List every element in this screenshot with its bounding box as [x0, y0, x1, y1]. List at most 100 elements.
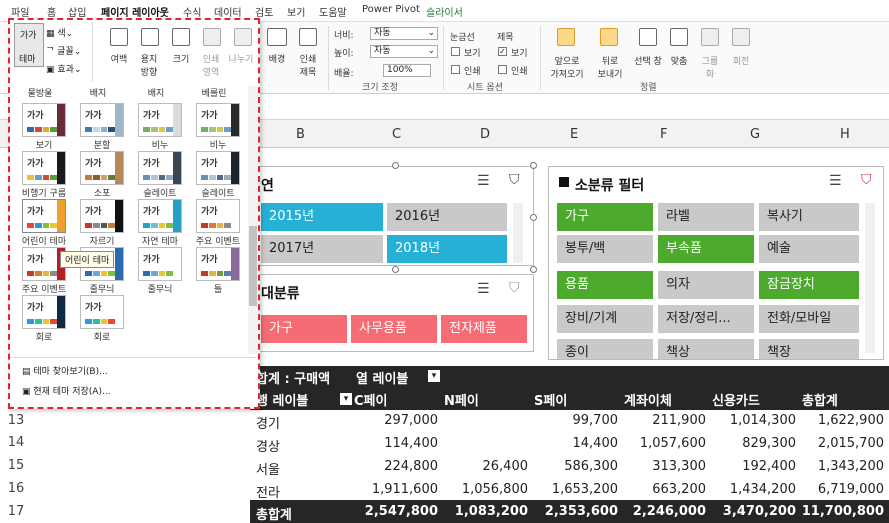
slicer-item[interactable]: 사무용품	[351, 315, 437, 343]
clear-filter-icon[interactable]: ⛉	[861, 172, 872, 188]
align-label[interactable]: 맞춤	[664, 54, 694, 67]
theme-thumbnail[interactable]: 가가	[80, 151, 124, 185]
slicer-item[interactable]: 라벨	[658, 203, 754, 231]
scale-input[interactable]: 100%	[383, 64, 431, 77]
column-header[interactable]: G	[750, 127, 760, 142]
margins-label[interactable]: 여백	[104, 52, 134, 65]
theme-thumbnail[interactable]: 가가	[80, 103, 124, 137]
resize-handle[interactable]	[530, 162, 537, 169]
save-theme-item[interactable]: ▣ 현재 테마 저장(A)...	[22, 384, 111, 397]
pivot-cell[interactable]: 586,300	[530, 459, 618, 474]
column-header[interactable]: C	[392, 127, 401, 142]
margins-icon[interactable]	[110, 28, 128, 46]
background-icon[interactable]	[267, 28, 287, 46]
menu-formulas[interactable]: 수식	[183, 4, 201, 19]
menu-help[interactable]: 도움말	[319, 4, 347, 19]
theme-thumbnail[interactable]: 가가	[22, 295, 66, 329]
theme-thumbnail[interactable]: 가가	[22, 103, 66, 137]
row-header[interactable]: 16	[0, 481, 32, 496]
slicer-item[interactable]: 봉투/백	[557, 235, 653, 263]
pivot-total-cell[interactable]: 2,547,800	[350, 504, 438, 519]
pivot-cell[interactable]: 26,400	[440, 459, 529, 474]
orientation-icon[interactable]	[141, 28, 159, 46]
slicer-item[interactable]: 책상	[658, 339, 754, 359]
gallery-scrollbar[interactable]	[248, 86, 258, 354]
pivot-cell[interactable]: 1,911,600	[350, 482, 438, 497]
theme-button[interactable]: 가가 테마	[14, 23, 44, 67]
pivot-cell[interactable]: 192,400	[708, 459, 796, 474]
clear-filter-icon[interactable]: ⛉	[509, 172, 520, 188]
pivot-cell[interactable]: 1,434,200	[708, 482, 796, 497]
print-titles-icon[interactable]	[299, 28, 317, 46]
pivot-row-label[interactable]: 경상	[256, 436, 280, 455]
pivot-cell[interactable]: 224,800	[350, 459, 438, 474]
filter-dropdown-icon[interactable]: ▾	[428, 370, 440, 382]
selection-pane-icon[interactable]	[639, 28, 657, 46]
pivot-cell[interactable]: 1,057,600	[618, 436, 706, 451]
column-header[interactable]: D	[480, 127, 490, 142]
row-header[interactable]: 14	[0, 435, 32, 450]
theme-thumbnail[interactable]: 가가	[22, 199, 66, 233]
headings-print-checkbox[interactable]	[498, 65, 507, 74]
multi-select-icon[interactable]: ☰	[477, 173, 490, 189]
pivot-cell[interactable]: 114,400	[350, 436, 438, 451]
sub-category-slicer[interactable]: 소분류 필터 ☰ ⛉ 가구 라벨 복사기 봉투/백 부속품 예술 용품 의자 잠…	[548, 166, 884, 360]
menu-power-pivot[interactable]: Power Pivot	[362, 4, 420, 15]
slicer-item[interactable]: 복사기	[759, 203, 859, 231]
slicer-item[interactable]: 가구	[557, 203, 653, 231]
multi-select-icon[interactable]: ☰	[829, 173, 842, 189]
menu-review[interactable]: 검토	[255, 4, 273, 19]
row-header[interactable]: 13	[0, 413, 32, 428]
colors-button[interactable]: ▦ 색⌄	[46, 26, 73, 39]
align-icon[interactable]	[670, 28, 688, 46]
selection-pane-label[interactable]: 선택 창	[630, 54, 666, 67]
browse-themes-item[interactable]: ▤ 테마 찾아보기(B)...	[22, 364, 108, 377]
slicer-item[interactable]: 2016년	[387, 203, 507, 231]
scroll-thumb[interactable]	[249, 226, 257, 306]
pivot-cell[interactable]: 829,300	[708, 436, 796, 451]
pivot-row-label[interactable]: 전라	[256, 482, 280, 501]
menu-data[interactable]: 데이터	[214, 4, 242, 19]
menu-home[interactable]: 홈	[47, 4, 56, 19]
pivot-total-cell[interactable]: 1,083,200	[440, 504, 528, 519]
pivot-cell[interactable]: 1,056,800	[440, 482, 528, 497]
theme-thumbnail[interactable]: 가가	[196, 103, 240, 137]
row-header[interactable]: 15	[0, 458, 32, 473]
slicer-scrollbar[interactable]	[865, 203, 875, 353]
headings-view-checkbox[interactable]: ✓	[498, 47, 507, 56]
pivot-cell[interactable]: 663,200	[618, 482, 706, 497]
column-header[interactable]: H	[840, 127, 850, 142]
pivot-row-label[interactable]: 서울	[256, 459, 280, 478]
menu-file[interactable]: 파일	[11, 4, 29, 19]
pivot-cell[interactable]: 1,343,200	[796, 459, 884, 474]
slicer-item[interactable]: 책장	[759, 339, 859, 359]
pivot-cell[interactable]: 297,000	[350, 413, 438, 428]
slicer-item[interactable]: 전화/모바일	[759, 305, 859, 333]
theme-thumbnail[interactable]: 가가	[196, 151, 240, 185]
size-label[interactable]: 크기	[166, 52, 196, 65]
slicer-scrollbar[interactable]	[513, 203, 523, 263]
slicer-item[interactable]: 가구	[261, 315, 347, 343]
multi-select-icon[interactable]: ☰	[477, 281, 490, 297]
slicer-item[interactable]: 부속품	[658, 235, 754, 263]
pivot-total-cell[interactable]: 3,470,200	[708, 504, 796, 519]
filter-dropdown-icon[interactable]: ▾	[340, 393, 352, 405]
menu-page-layout[interactable]: 페이지 레이아웃	[101, 4, 169, 19]
pivot-cell[interactable]: 211,900	[618, 413, 706, 428]
slicer-item[interactable]: 종이	[557, 339, 653, 359]
menu-view[interactable]: 보기	[287, 4, 305, 19]
size-icon[interactable]	[172, 28, 190, 46]
slicer-item[interactable]: 저장/정리...	[658, 305, 754, 333]
pivot-cell[interactable]: 6,719,000	[796, 482, 884, 497]
theme-thumbnail[interactable]: 가가	[138, 151, 182, 185]
slicer-item[interactable]: 장비/기계	[557, 305, 653, 333]
resize-handle[interactable]	[392, 266, 399, 273]
row-header[interactable]: 17	[0, 504, 32, 519]
bring-forward-icon[interactable]	[557, 28, 575, 46]
pivot-cell[interactable]: 313,300	[618, 459, 706, 474]
theme-thumbnail[interactable]: 가가	[80, 199, 124, 233]
pivot-total-cell[interactable]: 2,246,000	[618, 504, 706, 519]
send-backward-label[interactable]: 뒤로 보내기	[590, 54, 630, 80]
gridlines-view-checkbox[interactable]	[451, 47, 460, 56]
theme-thumbnail[interactable]: 가가	[196, 199, 240, 233]
